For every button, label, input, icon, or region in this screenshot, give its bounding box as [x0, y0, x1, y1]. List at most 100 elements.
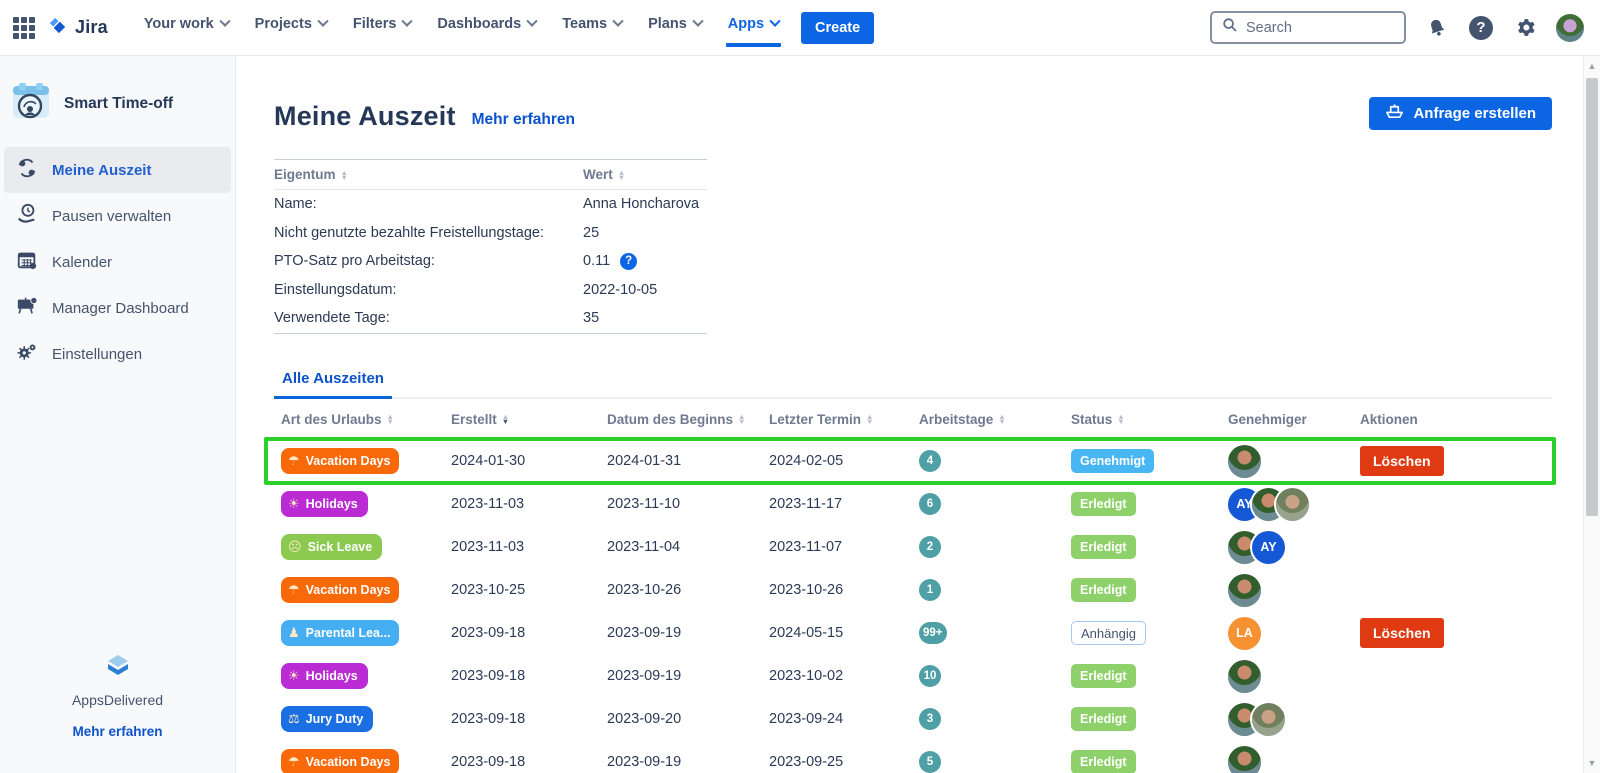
nav-item-label: Apps	[728, 16, 764, 32]
presentation-board-icon	[16, 295, 38, 321]
leave-type-badge[interactable]: ☹Sick Leave	[281, 534, 382, 560]
leave-type-cell: ☹Sick Leave	[281, 534, 451, 560]
approver-avatar-photo-man[interactable]	[1252, 703, 1285, 736]
column-header-datum-des-beginns[interactable]: Datum des Beginns▲▼	[607, 412, 769, 427]
nav-item-plans[interactable]: Plans	[638, 2, 712, 46]
end-date-cell: 2023-10-02	[769, 668, 919, 684]
status-cell: Anhängig	[1071, 621, 1228, 645]
nav-item-your-work[interactable]: Your work	[134, 2, 239, 46]
workdays-cell: 5	[919, 751, 1071, 773]
approver-avatar-photo-man[interactable]	[1276, 488, 1309, 521]
tab-alle-auszeiten[interactable]: Alle Auszeiten	[274, 364, 392, 397]
approvers-cell	[1228, 660, 1360, 693]
start-date-cell: 2023-11-04	[607, 539, 769, 555]
column-header-aktionen: Aktionen	[1360, 412, 1552, 427]
chevron-down-icon	[527, 15, 538, 26]
notifications-bell-icon[interactable]	[1424, 15, 1450, 41]
sidebar-item-einstellungen[interactable]: Einstellungen	[4, 331, 231, 377]
approver-avatar-initials[interactable]: AY	[1252, 531, 1285, 564]
status-badge: Genehmigt	[1071, 449, 1154, 473]
leave-type-cell: ♟ Parental Lea...	[281, 620, 451, 646]
leave-type-label: Vacation Days	[306, 755, 391, 769]
sidebar-learn-more-link[interactable]: Mehr erfahren	[0, 724, 235, 739]
scrollbar-up-arrow[interactable]: ▲	[1587, 61, 1597, 71]
sort-icon: ▲▼	[866, 414, 873, 424]
column-header-status[interactable]: Status▲▼	[1071, 412, 1228, 427]
smart-timeoff-logo-icon	[10, 80, 52, 127]
column-header-label: Datum des Beginns	[607, 412, 733, 427]
sidebar-item-manager-dashboard[interactable]: Manager Dashboard	[4, 285, 231, 331]
leave-type-badge[interactable]: ☂Vacation Days	[281, 577, 399, 603]
workdays-badge: 1	[919, 579, 941, 601]
chevron-down-icon	[402, 15, 413, 26]
properties-header-wert[interactable]: Wert▲▼	[583, 167, 707, 182]
nav-item-apps[interactable]: Apps	[718, 2, 789, 46]
leave-type-badge[interactable]: ☂ Vacation Days	[281, 448, 399, 474]
sidebar-item-pausen-verwalten[interactable]: Pausen verwalten	[4, 193, 231, 239]
leave-type-badge[interactable]: ☂Vacation Days	[281, 749, 399, 773]
sidebar-item-kalender[interactable]: Kalender	[4, 239, 231, 285]
timeoff-row: ☀Holidays2023-11-032023-11-102023-11-176…	[274, 483, 1552, 526]
sunset-icon: ☀	[288, 669, 300, 684]
column-header-erstellt[interactable]: Erstellt▲▼	[451, 412, 607, 427]
leave-type-cell: ⚖Jury Duty	[281, 706, 451, 732]
nav-item-dashboards[interactable]: Dashboards	[427, 2, 546, 46]
leave-type-badge[interactable]: ⚖Jury Duty	[281, 706, 373, 732]
user-avatar[interactable]	[1556, 14, 1584, 42]
column-header-label: Arbeitstage	[919, 412, 993, 427]
property-value-text: 0.11	[583, 253, 610, 269]
start-date-cell: 2023-09-19	[607, 625, 769, 641]
approver-avatar-photo-woman[interactable]	[1228, 445, 1261, 478]
end-date-cell: 2023-09-25	[769, 754, 919, 770]
help-tooltip-icon[interactable]: ?	[620, 253, 637, 270]
leave-type-badge[interactable]: ☀Holidays	[281, 491, 368, 517]
jira-brand[interactable]: Jira	[46, 14, 108, 42]
global-search[interactable]	[1210, 11, 1406, 44]
approver-avatar-photo-woman[interactable]	[1228, 660, 1261, 693]
chevron-down-icon	[692, 15, 703, 26]
column-header-arbeitstage[interactable]: Arbeitstage▲▼	[919, 412, 1071, 427]
timeoff-table-body: ☂Vacation Days2024-01-302024-01-312024-0…	[274, 440, 1552, 773]
app-logo-row: Smart Time-off	[0, 72, 235, 147]
properties-header-eigentum[interactable]: Eigentum▲▼	[274, 167, 583, 182]
approver-avatar-photo-woman[interactable]	[1228, 574, 1261, 607]
approver-avatar-initials[interactable]: LA	[1228, 617, 1261, 650]
leave-type-badge[interactable]: ☀Holidays	[281, 663, 368, 689]
column-header-art-des-urlaubs[interactable]: Art des Urlaubs▲▼	[281, 412, 451, 427]
property-value: 0.11?	[583, 253, 707, 270]
vertical-scrollbar[interactable]: ▲ ▼	[1583, 56, 1600, 773]
scrollbar-down-arrow[interactable]: ▼	[1587, 758, 1597, 768]
end-date-cell: 2023-10-26	[769, 582, 919, 598]
primary-nav: Your work Projects Filters Dashboards Teams P…	[134, 0, 789, 56]
page-learn-more-link[interactable]: Mehr erfahren	[472, 111, 575, 129]
help-icon[interactable]: ?	[1468, 15, 1494, 41]
search-input[interactable]	[1246, 20, 1376, 36]
nav-item-label: Plans	[648, 16, 687, 32]
column-header-letzter-termin[interactable]: Letzter Termin▲▼	[769, 412, 919, 427]
property-row: Verwendete Tage:35	[274, 304, 707, 333]
leave-type-label: Vacation Days	[306, 454, 391, 468]
approver-avatar-photo-woman[interactable]	[1228, 746, 1261, 773]
app-switcher-icon[interactable]	[12, 16, 36, 40]
nav-item-teams[interactable]: Teams	[552, 2, 632, 46]
nav-item-filters[interactable]: Filters	[343, 2, 422, 46]
nav-item-projects[interactable]: Projects	[245, 2, 337, 46]
top-navbar: Jira Your work Projects Filters Dashboards T…	[0, 0, 1600, 56]
nav-item-label: Projects	[255, 16, 312, 32]
approvers-cell: AY	[1228, 488, 1360, 521]
scrollbar-thumb[interactable]	[1586, 78, 1598, 516]
nav-item-label: Dashboards	[437, 16, 521, 32]
approvers-cell	[1228, 746, 1360, 773]
property-value: Anna Honcharova	[583, 196, 707, 212]
beach-umbrella-icon: ☂	[288, 454, 300, 469]
create-request-button[interactable]: Anfrage erstellen	[1369, 97, 1552, 130]
leave-type-label: Parental Lea...	[306, 626, 391, 640]
properties-table: Eigentum▲▼ Wert▲▼ Name:Anna HoncharovaNi…	[274, 159, 707, 334]
parent-child-icon: ♟	[288, 626, 300, 641]
delete-button[interactable]: Löschen	[1360, 618, 1444, 648]
create-button[interactable]: Create	[801, 12, 874, 44]
settings-gear-icon[interactable]	[1512, 15, 1538, 41]
leave-type-badge[interactable]: ♟ Parental Lea...	[281, 620, 399, 646]
delete-button[interactable]: Löschen	[1360, 446, 1444, 476]
sidebar-item-meine-auszeit[interactable]: Meine Auszeit	[4, 147, 231, 193]
